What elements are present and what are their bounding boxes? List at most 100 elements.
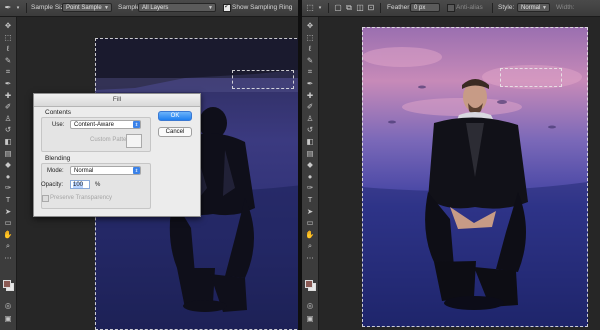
gradient-icon[interactable]: ▤ [0,148,16,160]
right-photo-canvas[interactable] [362,27,588,327]
eraser-icon[interactable]: ◧ [0,136,16,148]
screen-mode-icon[interactable]: ▣ [0,313,16,325]
feather-value: 0 px [414,5,426,11]
tool-preset-arrow-icon[interactable]: ▾ [314,3,326,13]
stamp-icon[interactable]: ♙ [302,113,318,125]
lasso-icon[interactable]: ℓ [302,43,318,55]
eyedropper-icon[interactable]: ✒ [0,78,16,90]
left-document-window: ✒ ▾ Sample Size: Point Sample ▼ Sample: … [0,0,298,330]
path-select-icon[interactable]: ➤ [0,206,16,218]
lasso-icon[interactable]: ℓ [0,43,16,55]
screen-mode-icon[interactable]: ▣ [302,313,318,325]
divider [492,3,493,13]
show-sampling-ring-checkbox[interactable] [223,2,231,12]
anti-alias-label: Anti-alias [456,4,483,11]
zoom-icon[interactable]: ⌕ [0,240,16,252]
use-label: Use: [52,122,65,128]
pen-icon[interactable]: ✑ [0,182,16,194]
history-brush-icon[interactable]: ↺ [302,124,318,136]
marquee-icon[interactable]: ⬚ [302,32,318,44]
divider [26,3,27,13]
mode-dropdown[interactable]: Normal ⇕ [70,166,141,175]
type-icon[interactable]: T [0,194,16,206]
sample-size-dropdown[interactable]: Point Sample ▼ [62,3,112,12]
opacity-input[interactable]: 100 [70,180,90,189]
intersect-selection-icon[interactable]: ⊡ [365,3,377,13]
crop-icon[interactable]: ⌗ [302,66,318,78]
custom-pattern-picker[interactable] [126,134,142,148]
sample-dropdown[interactable]: All Layers ▼ [138,3,216,12]
brush-icon[interactable]: ✐ [302,101,318,113]
feather-input[interactable]: 0 px [410,3,440,12]
right-tools-panel: ✥ ⬚ ℓ ✎ ⌗ ✒ ✚ ✐ ♙ ↺ ◧ ▤ ◆ ● ✑ T ➤ ▭ ✋ ⌕ … [302,17,319,330]
tool-preset-arrow-icon[interactable]: ▾ [12,3,24,13]
healing-icon[interactable]: ✚ [302,90,318,102]
mode-label: Mode: [47,168,64,174]
divider [328,3,329,13]
dialog-title: Fill [34,94,200,107]
ok-button[interactable]: OK [158,111,192,121]
width-label: Width: [556,4,575,11]
feather-label: Feather: [387,4,412,11]
quick-select-icon[interactable]: ✎ [302,55,318,67]
right-document-window: ⬚ ▾ ▢ ⧉ ◫ ⊡ Feather: 0 px Anti-alias Sty… [302,0,600,330]
opacity-label: Opacity: [41,182,64,188]
quick-select-icon[interactable]: ✎ [0,55,16,67]
mode-value: Normal [74,168,94,174]
history-brush-icon[interactable]: ↺ [0,124,16,136]
foreground-color-swatch[interactable] [305,280,313,288]
healing-icon[interactable]: ✚ [0,90,16,102]
left-tools-panel: ✥ ⬚ ℓ ✎ ⌗ ✒ ✚ ✐ ♙ ↺ ◧ ▤ ◆ ● ✑ T ➤ ▭ ✋ ⌕ … [0,17,17,330]
cancel-button[interactable]: Cancel [158,127,192,137]
pen-icon[interactable]: ✑ [302,182,318,194]
chevron-down-icon: ▼ [104,5,109,11]
brush-icon[interactable]: ✐ [0,101,16,113]
anti-alias-checkbox[interactable] [447,4,455,12]
divider [380,3,381,13]
type-icon[interactable]: T [302,194,318,206]
show-sampling-ring-label: Show Sampling Ring [232,4,293,11]
chevron-down-icon: ▼ [542,5,547,11]
shape-icon[interactable]: ▭ [302,217,318,229]
right-options-bar: ⬚ ▾ ▢ ⧉ ◫ ⊡ Feather: 0 px Anti-alias Sty… [302,0,600,17]
contents-group-title: Contents [45,109,72,116]
sample-value: All Layers [142,5,169,11]
right-photo-image [362,27,588,327]
move-icon[interactable]: ✥ [0,20,16,32]
dodge-icon[interactable]: ● [302,171,318,183]
move-icon[interactable]: ✥ [302,20,318,32]
blending-group-title: Blending [45,155,71,162]
blur-icon[interactable]: ◆ [302,159,318,171]
shape-icon[interactable]: ▭ [0,217,16,229]
marquee-icon[interactable]: ⬚ [0,32,16,44]
path-select-icon[interactable]: ➤ [302,206,318,218]
style-value: Normal [521,5,541,11]
chevron-updown-icon: ⇕ [133,167,140,174]
fill-dialog: Fill Contents Use: Content-Aware ⇕ Custo… [33,93,201,217]
crop-icon[interactable]: ⌗ [0,66,16,78]
edit-toolbar-icon[interactable]: ⋯ [302,252,318,264]
foreground-color-swatch[interactable] [3,280,11,288]
blur-icon[interactable]: ◆ [0,159,16,171]
quick-mask-icon[interactable]: ◎ [0,300,16,312]
opacity-value: 100 [73,182,84,188]
use-value: Content-Aware [74,122,114,128]
sample-size-value: Point Sample [66,5,102,11]
eyedropper-icon[interactable]: ✒ [302,78,318,90]
gradient-icon[interactable]: ▤ [302,148,318,160]
style-dropdown[interactable]: Normal ▼ [517,3,550,12]
stamp-icon[interactable]: ♙ [0,113,16,125]
chevron-updown-icon: ⇕ [133,121,140,128]
style-label: Style: [498,4,515,11]
dodge-icon[interactable]: ● [0,171,16,183]
hand-icon[interactable]: ✋ [0,229,16,241]
zoom-icon[interactable]: ⌕ [302,240,318,252]
quick-mask-icon[interactable]: ◎ [302,300,318,312]
use-dropdown[interactable]: Content-Aware ⇕ [70,120,141,129]
hand-icon[interactable]: ✋ [302,229,318,241]
left-options-bar: ✒ ▾ Sample Size: Point Sample ▼ Sample: … [0,0,298,17]
preserve-transparency-checkbox[interactable] [42,195,49,202]
eraser-icon[interactable]: ◧ [302,136,318,148]
opacity-unit: % [95,182,101,188]
edit-toolbar-icon[interactable]: ⋯ [0,252,16,264]
